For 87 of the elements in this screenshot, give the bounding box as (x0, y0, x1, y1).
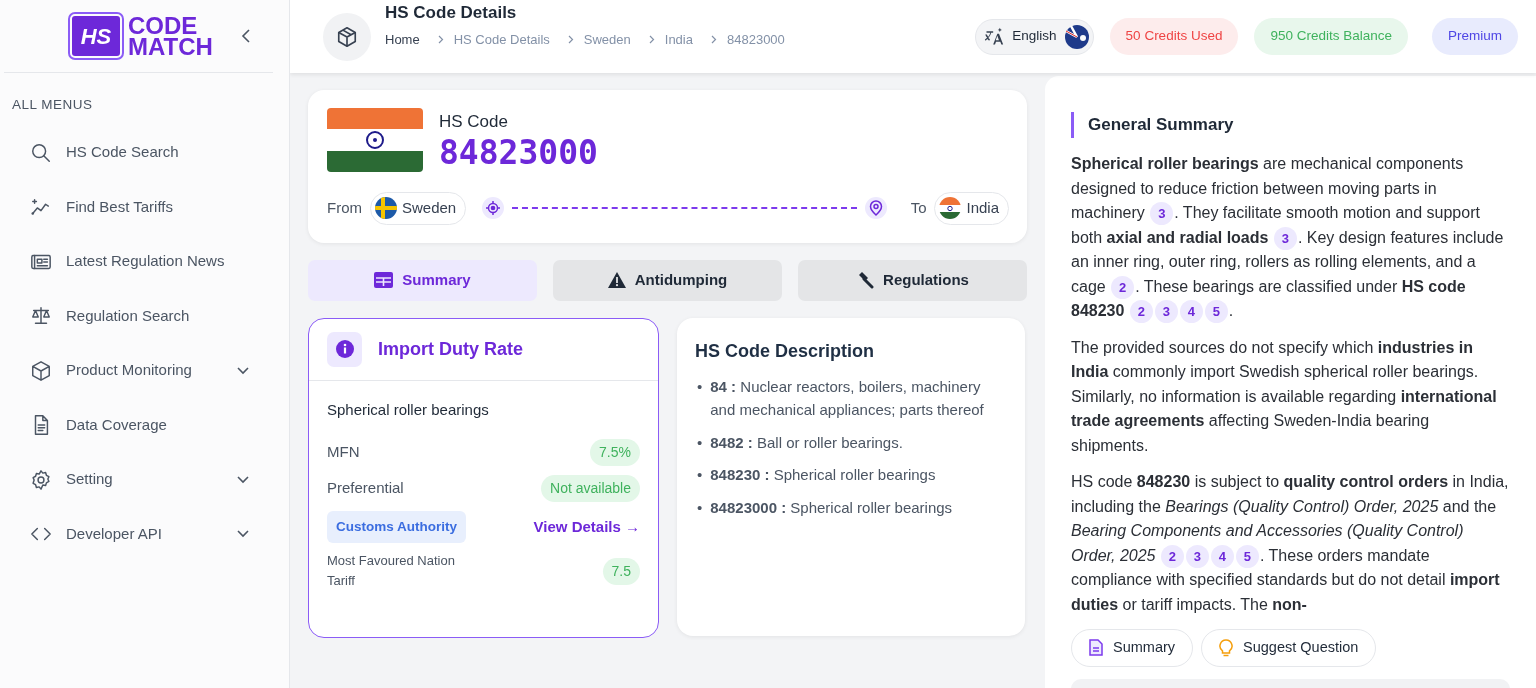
info-icon (327, 331, 362, 367)
summary-paragraph: The provided sources do not specify which industries in India commonly import Swedish spherical roller bearings. Similarly, no information is available regarding international trade agreements affecting Sweden-India bearing shipments. (1071, 337, 1498, 456)
chevron-right-icon (648, 34, 655, 44)
chart-sparkle-icon (30, 196, 52, 218)
tab[interactable]: Summary (308, 259, 537, 301)
origin-icon (482, 197, 505, 220)
gear-icon (30, 468, 52, 491)
box-icon (323, 12, 371, 61)
breadcrumb-link[interactable]: 84823000 (727, 29, 785, 49)
section-title: General Summary (1071, 112, 1510, 138)
action-button[interactable]: Suggest Question (1201, 629, 1377, 667)
authority-badge: Customs Authority (327, 511, 466, 544)
product-name: Spherical roller bearings (327, 399, 490, 420)
description-item: 8482 : Ball or roller bearings. (710, 432, 903, 453)
bullet-mark: • (697, 465, 703, 485)
citation-link[interactable]: 3 (1154, 300, 1178, 323)
card-title: HS Code Description (695, 339, 876, 363)
citation-link[interactable]: 2 (1111, 275, 1135, 299)
citation-link[interactable]: 5 (1235, 544, 1259, 568)
card-title: Import Duty Rate (378, 337, 523, 361)
plan-badge[interactable]: Premium (1432, 18, 1518, 55)
sidebar-item[interactable]: Regulation Search (0, 288, 289, 344)
citation-link[interactable]: 3 (1150, 202, 1174, 225)
flag-icon (327, 108, 423, 172)
view-details-link[interactable]: View Details → (533, 515, 640, 539)
sidebar-item[interactable]: HS Code Search (0, 125, 289, 180)
sidebar-item[interactable]: Latest Regulation News (0, 234, 289, 289)
translate-icon (984, 26, 1005, 47)
citation-link[interactable]: 3 (1185, 544, 1209, 568)
country-chip: Sweden (370, 192, 467, 225)
page-title: HS Code Details (385, 2, 518, 24)
breadcrumb-link[interactable]: Sweden (583, 29, 631, 49)
lightbulb-icon (1219, 638, 1234, 657)
from-label: From (327, 198, 362, 218)
citation-link[interactable]: 4 (1179, 300, 1203, 323)
flag-icon (1064, 24, 1089, 49)
sidebar-item[interactable]: Product Monitoring (0, 343, 289, 398)
description-item: 848230 : Spherical roller bearings (710, 465, 936, 485)
bullet-mark: • (697, 432, 703, 453)
table-icon (374, 272, 394, 288)
flag-icon (375, 197, 397, 220)
hs-code-label: HS Code (439, 111, 509, 134)
chevron-right-icon (711, 34, 717, 44)
summary-paragraph: Spherical roller bearings are mechanical components designed to reduce friction between moving parts in machinery 3 . They facilitate smooth motion and support both axial and radial loads 3 . Key design features include an inner ring, outer ring, rollers as rolling elements, and a cage 2 . These bearings are classified under HS code 848230 2 3 4 5 . (1071, 152, 1510, 324)
sidebar-item[interactable]: Data Coverage (0, 397, 289, 453)
tab[interactable]: Antidumping (553, 259, 782, 301)
tab[interactable]: Regulations (798, 259, 1027, 301)
chevron-right-icon (437, 34, 444, 44)
credits-used-badge[interactable]: 50 Credits Used (1109, 18, 1239, 55)
action-button[interactable]: Summary (1071, 629, 1194, 667)
description-item: 84823000 : Spherical roller bearings (710, 497, 953, 518)
sidebar-item[interactable]: Find Best Tariffs (0, 179, 289, 235)
to-label: To (910, 198, 927, 218)
document-icon (1089, 639, 1103, 657)
chevron-right-icon (567, 34, 574, 44)
hs-code-value: 84823000 (439, 134, 598, 171)
search-icon (30, 141, 52, 164)
rate-label: Preferential (327, 478, 404, 499)
breadcrumb-link[interactable]: Home (385, 29, 420, 49)
bullet-mark: • (697, 376, 703, 397)
location-pin-icon (864, 197, 887, 220)
rate-value: Not available (541, 475, 640, 502)
citation-link[interactable]: 3 (1273, 226, 1297, 250)
citation-link[interactable]: 5 (1204, 300, 1228, 323)
summary-paragraph: HS code 848230 is subject to quality control orders in India, including the Bearings (Quality Control) Order, 2025 and the Bearing Components and Accessories (Quality Control) Order, 2025 2 3 4 5 . These orders mandate compliance with specified standards but do not detail import duties or tariff impacts. The non- (1071, 472, 1510, 615)
box-icon (30, 359, 52, 382)
tariff-label: Most Favoured Nation Tariff (327, 552, 456, 591)
breadcrumb-link[interactable]: HS Code Details (453, 29, 550, 49)
sidebar-item[interactable]: Setting (0, 452, 289, 507)
sidebar-item[interactable]: Developer API (0, 506, 289, 562)
scale-icon (30, 305, 52, 327)
collapse-icon[interactable] (241, 29, 251, 43)
bullet-mark: • (697, 497, 703, 518)
citation-link[interactable]: 2 (1160, 544, 1184, 568)
logo-text: CODE MATCH (128, 15, 213, 57)
tariff-value: 7.5 (602, 557, 640, 585)
citation-link[interactable]: 4 (1210, 544, 1234, 568)
breadcrumb-link[interactable]: India (664, 29, 693, 49)
citation-link[interactable]: 2 (1129, 300, 1153, 323)
rate-value: 7.5% (590, 439, 640, 466)
section-title: ALL MENUS (11, 96, 94, 114)
country-chip: India (934, 192, 1009, 225)
rate-label: MFN (327, 442, 360, 463)
description-item: 84 : Nuclear reactors, boilers, machinery and mechanical appliances; parts thereof (710, 376, 985, 420)
flag-icon (939, 197, 962, 220)
warning-icon (607, 272, 626, 288)
language-selector[interactable]: English (975, 18, 1094, 55)
